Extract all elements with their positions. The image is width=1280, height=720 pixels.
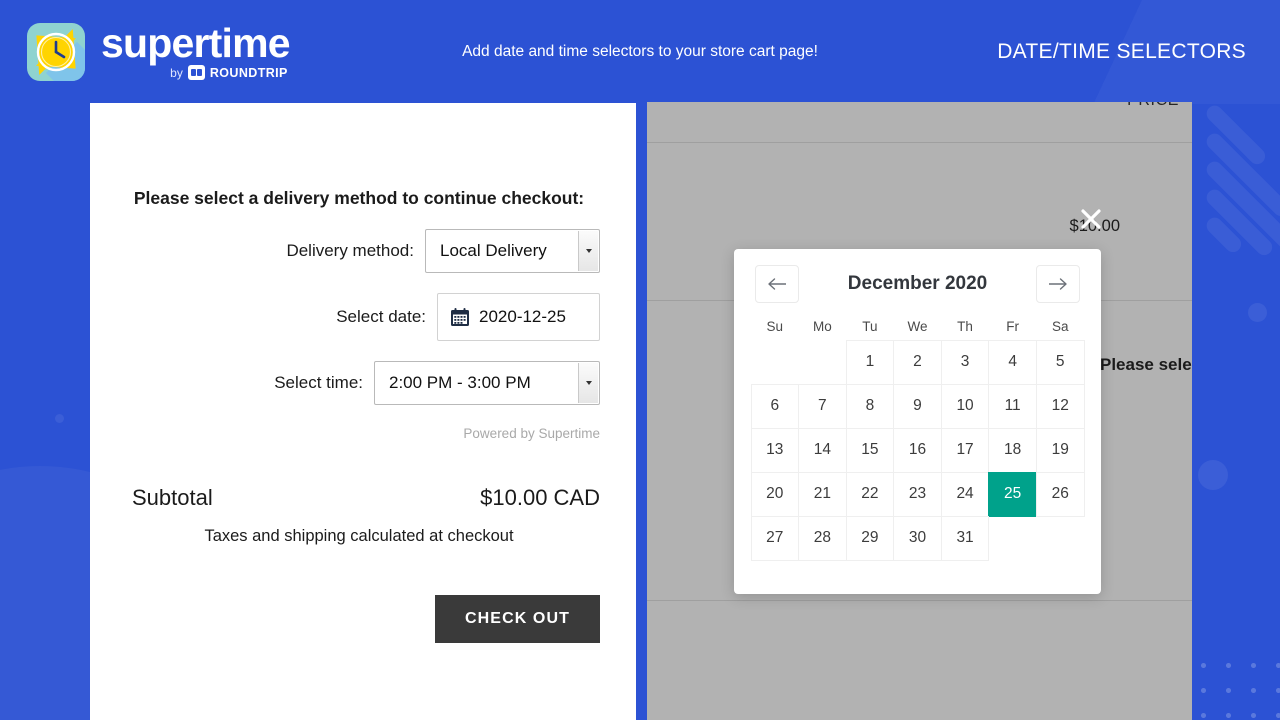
subtotal-row: Subtotal $10.00 CAD: [132, 485, 600, 511]
calendar-day[interactable]: 19: [1035, 427, 1085, 473]
calendar-icon: [451, 308, 469, 326]
delivery-method-select[interactable]: Local Delivery: [425, 229, 600, 273]
calendar-month-title: December 2020: [847, 273, 988, 294]
select-date-input[interactable]: 2020-12-25: [437, 293, 600, 341]
calendar-day[interactable]: 20: [750, 471, 800, 517]
calendar-cell-empty: [988, 516, 1037, 561]
previous-month-button[interactable]: [755, 265, 799, 303]
delivery-method-row: Delivery method: Local Delivery: [90, 229, 636, 273]
date-picker-popup: December 2020 Su Mo Tu We Th Fr Sa 1 2 3 4 5 6 7 8 9 10…: [734, 249, 1101, 594]
calendar-weekday: We: [907, 319, 928, 334]
calendar-day[interactable]: 8: [845, 383, 895, 429]
calendar-day[interactable]: 11: [988, 383, 1037, 429]
calendar-day[interactable]: 14: [798, 427, 847, 473]
calendar-day[interactable]: 6: [750, 383, 800, 429]
calendar-day[interactable]: 3: [940, 339, 990, 385]
header-badge: DATE/TIME SELECTORS: [997, 40, 1246, 63]
deco-stripe: [1203, 102, 1269, 168]
store-prompt-text: Please sele: [1100, 355, 1192, 374]
select-time-select[interactable]: 2:00 PM - 3:00 PM: [374, 361, 600, 405]
calendar-day-grid: 1 2 3 4 5 6 7 8 9 10 11 12 13 14 15 16 17 18 19 20 21 22 23 24 2…: [750, 339, 1085, 561]
checkout-button-wrap: CHECK OUT: [90, 595, 636, 643]
calendar-day[interactable]: 1: [845, 339, 895, 385]
chevron-down-icon[interactable]: [578, 363, 598, 403]
calendar-day[interactable]: 18: [988, 427, 1037, 473]
calendar-day[interactable]: 10: [940, 383, 990, 429]
calendar-weekday: Mo: [812, 319, 832, 334]
deco-stripe: [1203, 158, 1280, 254]
calendar-day[interactable]: 7: [798, 383, 847, 429]
calendar-day[interactable]: 12: [1035, 383, 1085, 429]
app-header: supertime by ROUNDTRIP Add date and time…: [0, 0, 1280, 104]
calendar-cell-empty: [751, 340, 800, 385]
calendar-cell-empty: [798, 340, 847, 385]
arrow-right-icon: [1049, 278, 1067, 290]
cart-panel: Please select a delivery method to conti…: [90, 103, 636, 720]
select-date-row: Select date: 2020-12-25: [90, 293, 636, 341]
calendar-header: December 2020: [751, 265, 1084, 303]
calendar-weekday-header: Su Mo Tu We Th Fr Sa: [751, 319, 1084, 334]
delivery-method-label: Delivery method:: [286, 241, 414, 260]
calendar-weekday: Tu: [862, 319, 878, 334]
brand-by-label: by: [170, 65, 183, 80]
chevron-down-icon[interactable]: [578, 231, 598, 271]
roundtrip-icon: [187, 65, 205, 81]
deco-stripe: [1203, 214, 1245, 256]
calendar-day[interactable]: 16: [893, 427, 942, 473]
calendar-day[interactable]: 27: [750, 515, 800, 561]
select-date-value: 2020-12-25: [479, 307, 566, 326]
select-time-row: Select time: 2:00 PM - 3:00 PM: [90, 361, 636, 405]
powered-by-label: Powered by Supertime: [463, 426, 600, 441]
form-heading: Please select a delivery method to conti…: [133, 188, 585, 208]
calendar-day[interactable]: 9: [893, 383, 942, 429]
deco-circle: [55, 414, 64, 423]
brand-partner-line: by ROUNDTRIP: [101, 65, 290, 81]
calendar-day[interactable]: 17: [940, 427, 990, 473]
calendar-day[interactable]: 4: [988, 339, 1037, 385]
calendar-day-selected[interactable]: 25: [988, 471, 1037, 517]
calendar-day[interactable]: 22: [845, 471, 895, 517]
calendar-day[interactable]: 5: [1035, 339, 1085, 385]
delivery-method-value: Local Delivery: [440, 241, 547, 260]
divider: [647, 600, 1192, 601]
arrow-left-icon: [768, 278, 786, 290]
calendar-weekday: Fr: [1006, 319, 1019, 334]
brand-partner-name: ROUNDTRIP: [209, 65, 288, 80]
select-date-label: Select date:: [336, 307, 426, 326]
select-time-value: 2:00 PM - 3:00 PM: [389, 373, 531, 392]
deco-stripe: [1203, 130, 1280, 220]
deco-circle: [1198, 460, 1228, 490]
calendar-day[interactable]: 2: [893, 339, 942, 385]
deco-stripe: [1203, 186, 1276, 259]
divider: [647, 142, 1192, 143]
calendar-day[interactable]: 15: [845, 427, 895, 473]
calendar-weekday: Su: [766, 319, 784, 334]
select-time-label: Select time:: [274, 373, 363, 392]
next-month-button[interactable]: [1036, 265, 1080, 303]
calendar-day[interactable]: 28: [798, 515, 847, 561]
calendar-day[interactable]: 31: [940, 515, 990, 561]
subtotal-value: $10.00 CAD: [480, 485, 600, 510]
subtotal-label: Subtotal: [132, 485, 213, 510]
close-icon[interactable]: [1078, 206, 1104, 232]
calendar-day[interactable]: 26: [1035, 471, 1085, 517]
deco-circle: [1248, 303, 1267, 322]
check-out-button[interactable]: CHECK OUT: [434, 595, 600, 643]
calendar-day[interactable]: 29: [845, 515, 895, 561]
calendar-weekday: Th: [957, 319, 973, 334]
calendar-day[interactable]: 30: [893, 515, 942, 561]
calendar-weekday: Sa: [1051, 319, 1069, 334]
calendar-cell-empty: [1036, 516, 1085, 561]
calendar-day[interactable]: 24: [940, 471, 990, 517]
taxes-note: Taxes and shipping calculated at checkou…: [204, 527, 514, 545]
calendar-day[interactable]: 23: [893, 471, 942, 517]
calendar-day[interactable]: 21: [798, 471, 847, 517]
calendar-day[interactable]: 13: [750, 427, 800, 473]
